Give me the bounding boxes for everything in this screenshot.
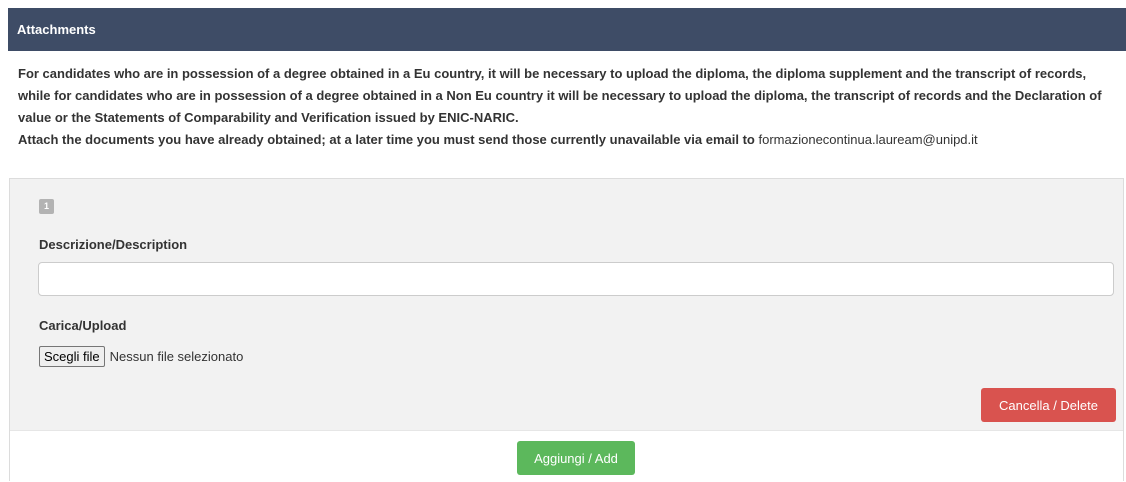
add-button[interactable]: Aggiungi / Add	[517, 441, 635, 475]
add-row: Aggiungi / Add	[10, 431, 1123, 482]
attachment-item: 1 Descrizione/Description Carica/Upload …	[10, 179, 1123, 431]
contact-email: formazionecontinua.lauream@unipd.it	[758, 132, 978, 147]
description-label: Descrizione/Description	[39, 237, 188, 252]
upload-label: Carica/Upload	[39, 318, 127, 333]
panel-title: Attachments	[8, 8, 1126, 51]
attachment-index-badge: 1	[39, 199, 54, 214]
choose-file-button[interactable]: Scegli file	[39, 346, 105, 367]
attach-note: Attach the documents you have already ob…	[18, 129, 1118, 151]
attachments-list: 1 Descrizione/Description Carica/Upload …	[9, 178, 1124, 482]
file-picker: Scegli file Nessun file selezionato	[39, 346, 243, 367]
intro-paragraph: For candidates who are in possession of …	[18, 66, 1102, 125]
attachments-panel: Attachments For candidates who are in po…	[8, 8, 1126, 482]
description-input[interactable]	[38, 262, 1114, 296]
delete-button[interactable]: Cancella / Delete	[981, 388, 1116, 422]
attach-note-text: Attach the documents you have already ob…	[18, 132, 755, 147]
intro-text: For candidates who are in possession of …	[8, 51, 1118, 151]
file-status-text: Nessun file selezionato	[109, 349, 244, 364]
